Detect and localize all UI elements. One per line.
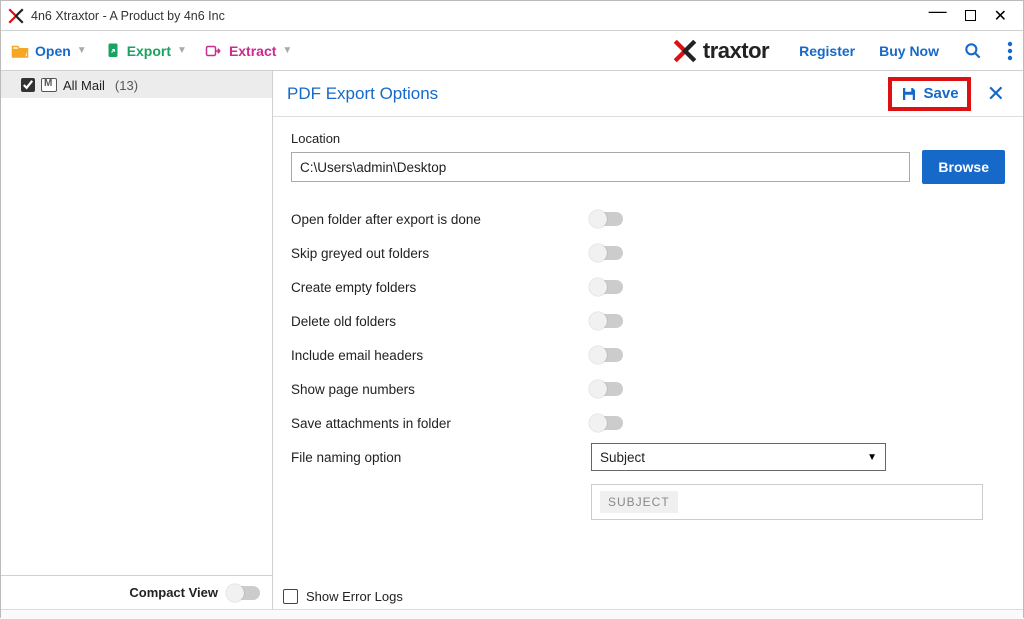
sidebar-item-all-mail[interactable]: All Mail (13) (1, 72, 272, 98)
option-open-folder: Open folder after export is done (291, 212, 591, 227)
caret-down-icon: ▼ (282, 45, 292, 56)
extract-icon (205, 43, 223, 59)
buy-now-link[interactable]: Buy Now (879, 43, 939, 59)
option-save-attachments: Save attachments in folder (291, 416, 591, 431)
window-title: 4n6 Xtraxtor - A Product by 4n6 Inc (31, 9, 929, 23)
app-logo-icon (7, 7, 25, 25)
show-error-logs-label: Show Error Logs (306, 589, 403, 604)
option-skip-greyed: Skip greyed out folders (291, 246, 591, 261)
more-vertical-icon[interactable] (1007, 41, 1013, 61)
close-panel-icon[interactable]: ✕ (983, 81, 1009, 107)
file-naming-label: File naming option (291, 450, 591, 465)
extract-menu[interactable]: Extract ▼ (205, 43, 292, 59)
compact-view-label: Compact View (129, 585, 218, 600)
mailbox-icon (41, 78, 57, 92)
location-label: Location (291, 131, 1005, 146)
mailbox-label: All Mail (63, 78, 105, 93)
page-title: PDF Export Options (287, 84, 888, 104)
minimize-icon[interactable]: — (929, 1, 947, 22)
browse-button[interactable]: Browse (922, 150, 1005, 184)
save-disk-icon (900, 85, 918, 103)
caret-down-icon: ▼ (77, 45, 87, 56)
option-page-numbers: Show page numbers (291, 382, 591, 397)
caret-down-icon: ▼ (177, 45, 187, 56)
open-menu[interactable]: Open ▼ (11, 43, 87, 59)
option-include-headers: Include email headers (291, 348, 591, 363)
option-delete-old: Delete old folders (291, 314, 591, 329)
toggle-skip-greyed[interactable] (591, 246, 623, 260)
export-menu[interactable]: Export ▼ (105, 42, 187, 60)
toggle-create-empty[interactable] (591, 280, 623, 294)
file-naming-select[interactable]: Subject ▼ (591, 443, 886, 471)
file-export-icon (105, 42, 121, 60)
save-button[interactable]: Save (888, 77, 971, 111)
compact-view-toggle[interactable] (228, 586, 260, 600)
register-link[interactable]: Register (799, 43, 855, 59)
close-icon[interactable]: ✕ (994, 6, 1007, 26)
naming-pattern-field[interactable]: SUBJECT (591, 484, 983, 520)
folder-open-icon (11, 43, 29, 59)
location-input[interactable] (291, 152, 910, 182)
brand-logo: traxtor (671, 38, 769, 64)
mailbox-count: (13) (115, 78, 138, 93)
toggle-save-attachments[interactable] (591, 416, 623, 430)
caret-down-icon: ▼ (867, 452, 877, 463)
option-create-empty: Create empty folders (291, 280, 591, 295)
mailbox-checkbox[interactable] (21, 78, 35, 92)
toggle-include-headers[interactable] (591, 348, 623, 362)
chip-subject: SUBJECT (600, 491, 678, 513)
show-error-logs-checkbox[interactable] (283, 589, 298, 604)
maximize-icon[interactable] (965, 10, 976, 21)
search-icon[interactable] (963, 41, 983, 61)
toggle-page-numbers[interactable] (591, 382, 623, 396)
toggle-open-folder[interactable] (591, 212, 623, 226)
toggle-delete-old[interactable] (591, 314, 623, 328)
